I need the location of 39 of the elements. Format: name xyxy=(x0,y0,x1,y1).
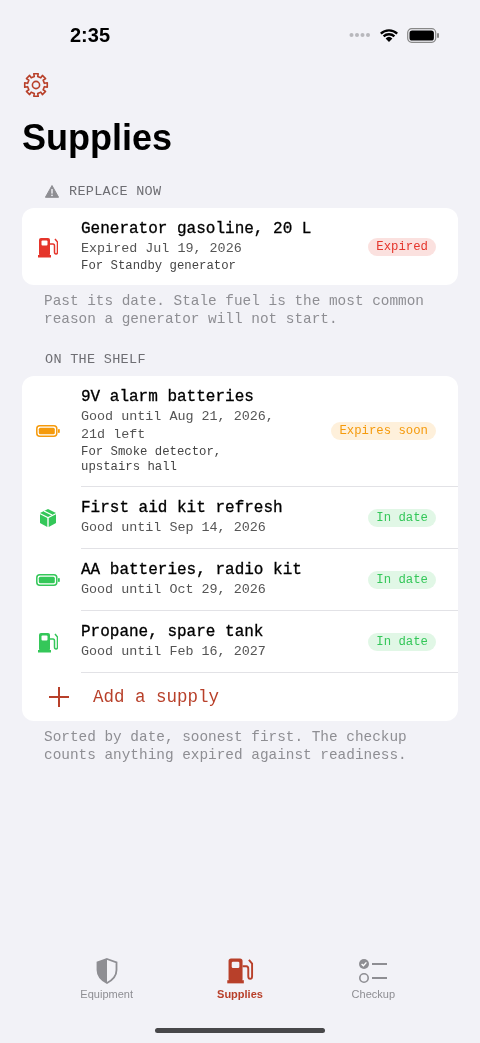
section-header: REPLACE NOW xyxy=(69,184,162,199)
expiry-date: Good until Feb 16, 2027 xyxy=(81,643,267,661)
section-footer: Sorted by date, soonest first. The checkup counts anything expired against readiness. xyxy=(44,728,450,764)
supply-name: Propane, spare tank xyxy=(81,622,265,643)
expiry-date: Good until Aug 21, 2026, 21d left xyxy=(81,408,275,444)
supply-name: Generator gasoline, 20 L xyxy=(81,219,313,240)
section-footer: Past its date. Stale fuel is the most common reason a generator will not start. xyxy=(44,292,450,328)
section-header: ON THE SHELF xyxy=(45,352,146,367)
battery-icon xyxy=(407,27,440,43)
signal-icon xyxy=(349,32,371,38)
supply-for: For Smoke detector, upstairs hall xyxy=(81,445,223,475)
status-badge: Expires soon xyxy=(331,422,436,440)
supply-row[interactable]: 9V alarm batteries Good until Aug 21, 2026, 21d left For Smoke detector, upstairs hall Expires soon xyxy=(81,376,458,487)
status-badge: In date xyxy=(368,570,436,589)
supply-row[interactable]: AA batteries, radio kit Good until Oct 29, 2026 In date xyxy=(81,549,458,611)
supply-name: AA batteries, radio kit xyxy=(81,560,303,581)
expiry-date: Good until Sep 14, 2026 xyxy=(81,519,267,537)
fuel-pump-icon xyxy=(226,956,254,984)
status-badge: In date xyxy=(368,508,436,527)
supply-name: 9V alarm batteries xyxy=(81,387,255,408)
expiry-date: Expired Jul 19, 2026 xyxy=(81,240,243,258)
supply-row[interactable]: Propane, spare tank Good until Feb 16, 2027 In date xyxy=(81,611,458,673)
warning-icon xyxy=(45,185,59,198)
status-time: 2:35 xyxy=(70,23,111,47)
wifi-icon xyxy=(379,27,399,43)
checklist-icon xyxy=(358,958,389,984)
settings-icon[interactable] xyxy=(23,72,49,98)
expiry-date: Good until Oct 29, 2026 xyxy=(81,581,267,599)
supply-for: For Standby generator xyxy=(81,259,237,274)
page-title: Supplies xyxy=(22,116,174,160)
supply-name: First aid kit refresh xyxy=(81,498,284,519)
supply-row[interactable]: First aid kit refresh Good until Sep 14, 2026 In date xyxy=(81,487,458,549)
plus-icon xyxy=(48,686,70,708)
supply-row[interactable]: Generator gasoline, 20 L Expired Jul 19, 2026 For Standby generator Expired xyxy=(81,208,458,285)
status-badge: Expired xyxy=(368,237,436,256)
status-badge: In date xyxy=(368,632,436,651)
tab-item[interactable]: Supplies xyxy=(190,950,290,1000)
shield-icon xyxy=(95,958,118,984)
add-supply-button[interactable]: Add a supply xyxy=(22,673,458,721)
